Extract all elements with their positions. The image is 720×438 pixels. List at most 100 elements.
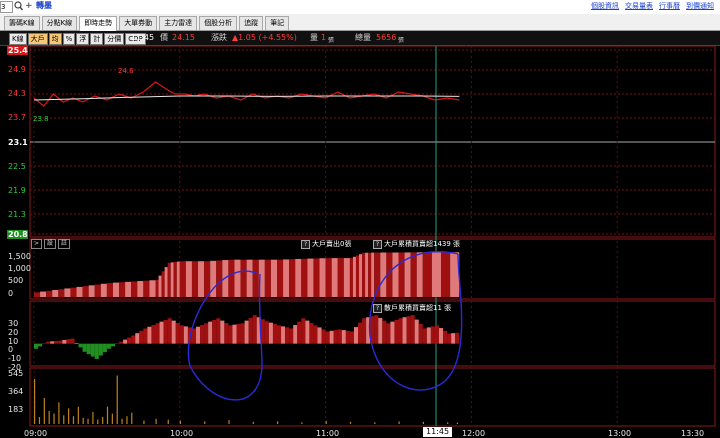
retail-bar xyxy=(362,318,366,343)
add-icon[interactable]: + xyxy=(25,0,33,12)
link-volume-table[interactable]: 交易量表 xyxy=(625,1,653,11)
retail-bar xyxy=(237,324,241,344)
big-trader-bar xyxy=(265,260,271,297)
big-trader-bar xyxy=(313,258,319,297)
retail-bar xyxy=(431,326,435,343)
percent-button[interactable]: % xyxy=(63,33,76,45)
link-price-alert[interactable]: 到價通知 xyxy=(686,1,714,11)
help-icon[interactable]: ? xyxy=(373,304,382,313)
big-net-legend: ? 大戶累積買賣超1439 張 xyxy=(373,239,460,249)
big-trader-bar xyxy=(46,291,52,297)
big-trader-bar xyxy=(228,260,234,297)
volume-bar xyxy=(457,423,458,424)
big-trader-bar xyxy=(392,253,398,297)
big-trader-bar xyxy=(247,260,253,297)
tab-tracking[interactable]: 追蹤 xyxy=(239,16,263,30)
retail-bar xyxy=(342,330,346,344)
volume-bar xyxy=(53,414,54,424)
big-trader-bar xyxy=(417,252,423,297)
big-trader-bar xyxy=(253,260,259,297)
retail-bar xyxy=(107,344,111,349)
retail-bar xyxy=(168,318,172,343)
retail-bar xyxy=(208,322,212,344)
panel-note-button[interactable]: 註 xyxy=(58,239,70,249)
retail-bar xyxy=(285,327,289,343)
volume-bar xyxy=(374,422,375,424)
big-trader-bar xyxy=(40,292,46,297)
retail-bar xyxy=(79,344,83,348)
retail-bar xyxy=(253,315,257,343)
big-trader-bar xyxy=(149,280,155,297)
volume-ylabel: 545 xyxy=(8,369,23,378)
retail-bar xyxy=(87,344,91,355)
retail-bar xyxy=(330,331,334,344)
change-value: ▲1.05 (+4.55%) xyxy=(232,33,297,43)
link-stock-info[interactable]: 個股資訊 xyxy=(591,1,619,11)
big-trader-bar xyxy=(95,285,101,297)
help-icon[interactable]: ? xyxy=(301,240,310,249)
retail-bar xyxy=(91,344,95,357)
average-button[interactable]: 均 xyxy=(49,33,62,45)
volume-bar xyxy=(83,418,84,424)
price-dist-button[interactable]: 分價 xyxy=(104,33,124,45)
float-button[interactable]: 浮 xyxy=(76,33,89,45)
retail-bar xyxy=(301,318,305,343)
retail-bar xyxy=(322,329,326,343)
big-trader-bar xyxy=(186,261,192,297)
stock-code-input[interactable]: 3 xyxy=(0,1,13,13)
search-icon[interactable] xyxy=(14,1,23,11)
panel-collapse-button[interactable]: > xyxy=(31,239,42,249)
link-calendar[interactable]: 行事曆 xyxy=(659,1,680,11)
big-trader-bar xyxy=(368,253,371,297)
retail-bar xyxy=(75,343,79,344)
big-trader-bar xyxy=(177,262,180,297)
big-trader-bar xyxy=(204,261,210,297)
retail-bar xyxy=(196,327,200,344)
retail-bar xyxy=(46,342,50,344)
price-ylabel: 22.5 xyxy=(8,162,26,171)
volume-bar xyxy=(117,375,118,424)
big-ylabel: 1,500 xyxy=(8,252,31,261)
retail-bar xyxy=(427,327,431,343)
big-trader-bar xyxy=(359,254,362,297)
panel-settings-button[interactable]: 設 xyxy=(44,239,56,249)
retail-bar xyxy=(394,320,398,344)
retail-bar xyxy=(103,344,107,352)
tab-main-radar[interactable]: 主力雷達 xyxy=(159,16,197,30)
retail-bar xyxy=(386,323,390,343)
big-ylabel: 1,000 xyxy=(8,264,31,273)
big-trader-bar xyxy=(356,255,359,297)
tab-broker-kline[interactable]: 分點K線 xyxy=(42,16,78,30)
help-icon[interactable]: ? xyxy=(373,240,382,249)
big-trader-bar xyxy=(137,281,143,297)
big-trader-bar xyxy=(70,288,76,297)
tab-stock-analysis[interactable]: 個股分析 xyxy=(199,16,237,30)
big-sell-label: 大戶賣出0張 xyxy=(312,239,351,249)
big-trader-bar xyxy=(192,261,198,297)
big-trader-bar xyxy=(277,260,283,297)
big-trader-bar xyxy=(380,253,386,297)
volume-bar xyxy=(143,421,144,424)
volume-bar xyxy=(78,407,79,424)
tab-intraday[interactable]: 即時走勢 xyxy=(79,16,117,31)
big-trader-button[interactable]: 大戶 xyxy=(28,33,48,45)
kline-button[interactable]: K線 xyxy=(9,33,27,45)
big-trader-bar xyxy=(283,259,289,297)
big-ylabel: 500 xyxy=(8,276,23,285)
intraday-chart[interactable]: 25.4 24.9 24.3 23.7 23.1 22.5 21.9 21.3 … xyxy=(0,46,720,437)
volume-bar xyxy=(34,379,35,424)
volume-ylabel: 364 xyxy=(8,387,23,396)
tab-notes[interactable]: 筆記 xyxy=(265,16,289,30)
big-trader-bar xyxy=(307,259,313,297)
retail-bar xyxy=(54,341,58,344)
volume-bar xyxy=(58,402,59,424)
tab-big-orders[interactable]: 大單券動 xyxy=(119,16,157,30)
big-trader-bar xyxy=(174,262,177,297)
retail-bar xyxy=(139,331,143,344)
tab-chip-kline[interactable]: 籌碼K線 xyxy=(4,16,40,30)
calc-button[interactable]: 計 xyxy=(90,33,103,45)
low-price-label: 23.8 xyxy=(33,115,49,123)
big-trader-bar xyxy=(168,263,171,297)
retail-bar xyxy=(119,342,123,344)
retail-bar xyxy=(241,323,245,343)
